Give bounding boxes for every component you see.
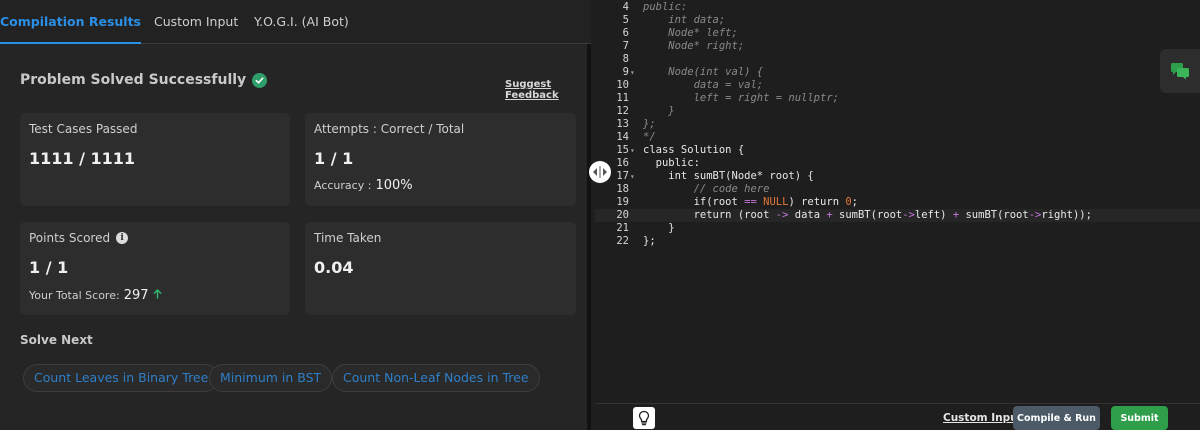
code-line: 21 } — [616, 222, 675, 234]
tab-custom-input[interactable]: Custom Input — [154, 0, 238, 44]
code-line: 8 — [622, 53, 629, 65]
results-tabs: Compilation Results Custom Input Y.O.G.I… — [0, 0, 591, 44]
result-status: Problem Solved Successfully — [20, 72, 268, 88]
code-editor[interactable]: 4 public: 5 int data; 6 Node* left; 7 Nod… — [595, 0, 1200, 403]
solve-next-chip[interactable]: Count Leaves in Binary Tree — [23, 364, 220, 392]
arrow-up-icon — [153, 289, 162, 302]
attempts-card: Attempts : Correct / Total 1 / 1 Accurac… — [305, 113, 576, 206]
app: Compilation Results Custom Input Y.O.G.I… — [0, 0, 1200, 430]
suggest-feedback-link[interactable]: Suggest Feedback — [505, 79, 587, 101]
test-cases-label: Test Cases Passed — [29, 122, 138, 136]
code-line: 16 public: — [616, 157, 700, 169]
results-panel: Compilation Results Custom Input Y.O.G.I… — [0, 0, 591, 430]
code-line: 19 if(root == NULL) return 0; — [616, 196, 858, 208]
submit-button[interactable]: Submit — [1111, 406, 1168, 430]
code-line: 11 left = right = nullptr; — [616, 92, 839, 104]
info-icon[interactable]: i — [116, 232, 129, 244]
custom-input-link[interactable]: Custom Input — [943, 412, 1023, 424]
chat-bubbles-icon — [1171, 63, 1189, 80]
result-status-text: Problem Solved Successfully — [20, 72, 247, 88]
fold-icon: ▾ — [630, 68, 635, 77]
total-score-value: 297 — [123, 288, 149, 303]
code-line: 12 } — [616, 105, 675, 117]
code-line: 6 Node* left; — [622, 27, 738, 39]
code-line: 14 */ — [616, 131, 656, 143]
hint-button[interactable] — [633, 407, 655, 429]
code-line-current: 20 return (root -> data + sumBT(root->le… — [595, 209, 1200, 222]
fold-icon: ▾ — [630, 172, 635, 181]
code-line: 9 ▾ Node(int val) { — [622, 66, 764, 78]
solve-next-chip[interactable]: Count Non-Leaf Nodes in Tree — [332, 364, 540, 392]
time-value: 0.04 — [314, 258, 354, 277]
code-line: 4 public: — [622, 1, 688, 13]
total-score: Your Total Score: 297 — [29, 288, 162, 303]
code-line: 13}; — [616, 118, 656, 130]
points-value: 1 / 1 — [29, 258, 69, 277]
tab-yogi-ai-bot[interactable]: Y.O.G.I. (AI Bot) — [254, 0, 349, 44]
time-card: Time Taken 0.04 — [305, 222, 576, 315]
accuracy-label: Accuracy : — [314, 179, 372, 192]
test-cases-card: Test Cases Passed 1111 / 1111 — [20, 113, 290, 206]
code-line: 18 // code here — [616, 183, 770, 195]
editor-bottom-bar — [595, 403, 1200, 430]
time-label: Time Taken — [314, 231, 382, 245]
solve-next-chip[interactable]: Minimum in BST — [209, 364, 333, 392]
points-card: Points Scored i 1 / 1 Your Total Score: … — [20, 222, 290, 315]
panel-resize-handle[interactable] — [589, 161, 611, 183]
total-score-label: Your Total Score: — [29, 289, 120, 302]
lightbulb-icon — [638, 410, 650, 426]
code-line: 15 ▾ class Solution { — [616, 144, 745, 156]
accuracy-value: 100% — [375, 178, 413, 193]
solve-next-title: Solve Next — [20, 333, 93, 347]
fold-icon: ▾ — [630, 146, 635, 155]
code-line: 17 ▾ int sumBT(Node* root) { — [616, 170, 814, 182]
attempts-value: 1 / 1 — [314, 149, 354, 168]
code-line: 22}; — [616, 235, 656, 247]
resize-arrows-icon — [593, 166, 607, 178]
code-line: 5 int data; — [622, 14, 726, 26]
chat-button[interactable] — [1160, 49, 1200, 93]
test-cases-value: 1111 / 1111 — [29, 149, 136, 168]
points-label: Points Scored i — [29, 231, 129, 245]
accuracy: Accuracy : 100% — [314, 178, 413, 193]
code-line: 7 Node* right; — [622, 40, 745, 52]
tab-compilation-results[interactable]: Compilation Results — [0, 0, 141, 44]
attempts-label: Attempts : Correct / Total — [314, 122, 465, 136]
compile-run-button[interactable]: Compile & Run — [1013, 406, 1100, 430]
code-line: 10 data = val; — [616, 79, 764, 91]
check-circle-icon — [252, 72, 268, 88]
